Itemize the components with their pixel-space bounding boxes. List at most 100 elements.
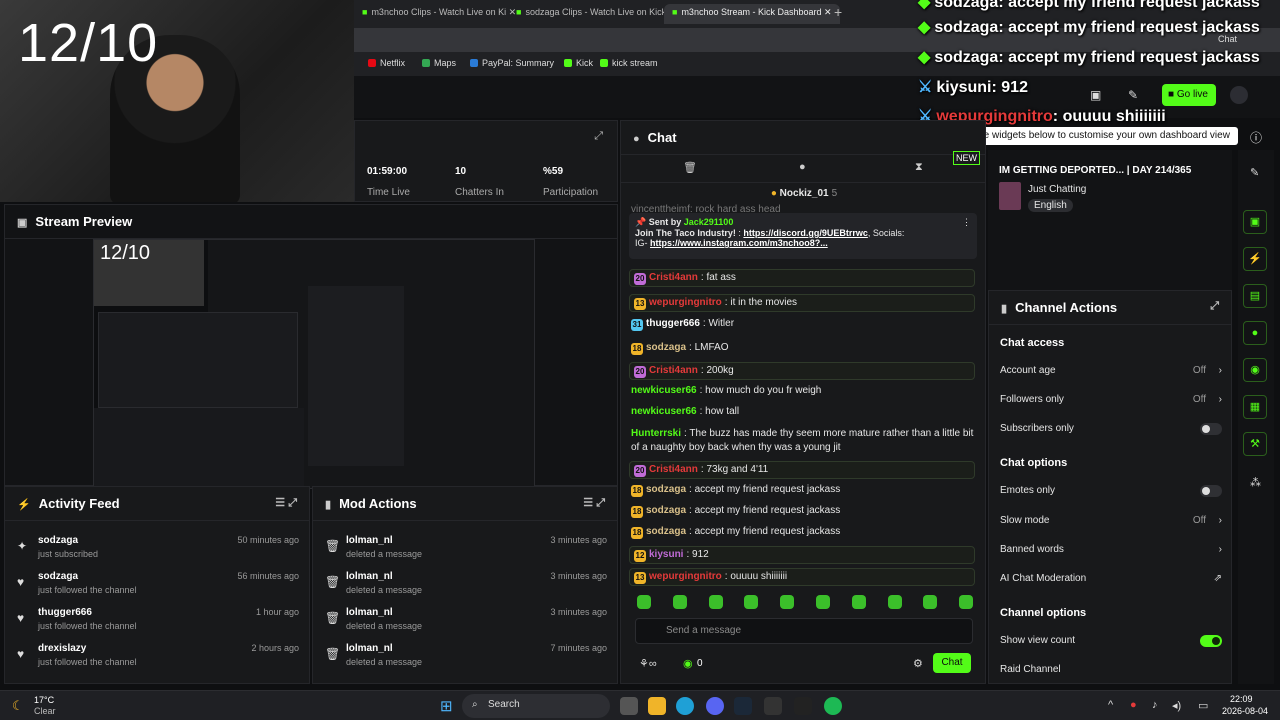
steam-icon[interactable]	[734, 697, 752, 715]
emote-icon[interactable]	[672, 595, 687, 609]
chat-username[interactable]: newkicuser66	[631, 406, 697, 417]
expand-icon[interactable]: ⤢	[1210, 300, 1219, 313]
ai-moderation-row[interactable]: AI Chat Moderation ⇗	[1000, 573, 1222, 584]
panel-header: ⚡ Activity Feed ☰ ⤢	[5, 487, 309, 521]
emote-icon[interactable]	[744, 595, 759, 609]
discord-icon[interactable]	[706, 697, 724, 715]
file-explorer-icon[interactable]	[620, 697, 638, 715]
emote-icon[interactable]	[780, 595, 795, 609]
raid-channel-row[interactable]: Raid Channel	[1000, 664, 1222, 675]
tray-app-icon[interactable]: ●	[1130, 699, 1137, 711]
folder-icon[interactable]	[648, 697, 666, 715]
chat-username[interactable]: thugger666	[646, 318, 700, 329]
stats-widget-icon[interactable]: ▣	[1243, 210, 1267, 234]
emote-icon[interactable]	[637, 595, 651, 609]
emote-icon[interactable]	[851, 595, 866, 609]
discord-link[interactable]: https://discord.gg/9UEBtrrwc	[743, 228, 868, 238]
settings-icon[interactable]: ⚙	[913, 657, 923, 670]
battery-icon[interactable]: ▭	[1198, 699, 1208, 712]
chat-username[interactable]: sodzaga	[646, 342, 686, 353]
account-age-row[interactable]: Account age Off ›	[1000, 365, 1222, 376]
filter-expand-icons[interactable]: ☰ ⤢	[275, 496, 297, 510]
kick-favicon-icon: ■	[362, 7, 368, 17]
emote-icon[interactable]	[816, 595, 830, 609]
expand-icon[interactable]: ⤢	[594, 130, 603, 143]
followers-only-row[interactable]: Followers only Off ›	[1000, 394, 1222, 405]
chevron-right-icon: ›	[1218, 544, 1222, 555]
coin-icon: ●	[770, 188, 777, 199]
spotify-icon[interactable]	[824, 697, 842, 715]
windows-start-icon[interactable]: ⊞	[440, 697, 453, 715]
chat-send-button[interactable]: Chat	[933, 653, 971, 673]
chat-username[interactable]: sodzaga	[646, 526, 686, 537]
trash-icon[interactable]: 🗑	[683, 161, 697, 174]
points-value: 0	[697, 658, 703, 669]
microphone-icon[interactable]: ♪	[1152, 699, 1158, 711]
chat-username[interactable]: wepurgingnitro	[649, 571, 722, 582]
bolt-widget-icon[interactable]: ⚡	[1243, 247, 1267, 271]
chat-username[interactable]: wepurgingnitro	[649, 297, 722, 308]
chat-username[interactable]: sodzaga	[646, 505, 686, 516]
bookmark-kick[interactable]: Kick	[564, 58, 593, 68]
apps-icon[interactable]: ⁂	[1250, 476, 1261, 489]
show-view-count-row: Show view count	[1000, 635, 1222, 647]
bookmark-maps[interactable]: Maps	[422, 58, 456, 68]
filter-expand-icons[interactable]: ☰ ⤢	[583, 496, 605, 510]
browser-tab[interactable]: ■ m3nchoo Clips - Watch Live on Ki ✕	[354, 4, 524, 24]
banned-words-row[interactable]: Banned words ›	[1000, 544, 1222, 555]
chat-text: accept my friend request jackass	[694, 526, 841, 537]
obs-icon[interactable]	[764, 697, 782, 715]
bookmark-netflix[interactable]: Netflix	[368, 58, 405, 68]
info-icon[interactable]: ⓘ	[1250, 129, 1262, 146]
taskbar-search[interactable]: ⌕ Search	[462, 694, 610, 718]
edge-icon[interactable]	[676, 697, 694, 715]
broadcast-widget-icon[interactable]: ◉	[1243, 358, 1267, 382]
chat-message: 20 Cristi4ann: 73kg and 4'11	[629, 461, 975, 479]
chat-username[interactable]: newkicuser66	[631, 385, 697, 396]
browser-tab-active[interactable]: ■ m3nchoo Stream - Kick Dashboard ✕	[664, 4, 840, 24]
chat-username[interactable]: kiysuni	[649, 549, 683, 560]
browser-tab[interactable]: ■sodzaga Clips - Watch Live on Kick ✕	[508, 4, 684, 24]
speaker-icon[interactable]: ◂)	[1172, 699, 1181, 712]
chat-username[interactable]: Cristi4ann	[649, 464, 698, 475]
edit-icon[interactable]: ✎	[1250, 166, 1259, 179]
layout-widget-icon[interactable]: ▦	[1243, 395, 1267, 419]
preview-counter: 12/10	[100, 242, 151, 264]
wrench-widget-icon[interactable]: ⚒	[1243, 432, 1267, 456]
bookmark-kick-stream[interactable]: kick stream	[600, 58, 658, 68]
view-count-toggle[interactable]	[1200, 635, 1222, 647]
emote-icon[interactable]	[959, 595, 974, 609]
netflix-icon	[368, 59, 376, 67]
points-icon: ◉	[683, 658, 693, 670]
subscriber-badge-icon: ◆	[918, 0, 931, 11]
chat-widget-icon[interactable]: ●	[1243, 321, 1267, 345]
terminal-icon[interactable]	[794, 697, 812, 715]
weather-icon[interactable]: ☾	[12, 698, 24, 714]
pin-icon[interactable]: 📌	[635, 217, 646, 227]
kick-points-icon[interactable]: ⚘∞	[639, 657, 657, 670]
chat-username[interactable]: Cristi4ann	[649, 365, 698, 376]
new-tab-button[interactable]: +	[826, 1, 850, 21]
tray-chevron-icon[interactable]: ^	[1108, 699, 1113, 711]
chat-icon[interactable]: ●	[799, 161, 806, 173]
top-chatter: ● Nockiz_01 5	[770, 188, 838, 199]
chat-username[interactable]: Cristi4ann	[649, 272, 698, 283]
bookmark-paypal[interactable]: PayPal: Summary	[470, 58, 554, 68]
emotes-only-toggle[interactable]	[1200, 485, 1222, 497]
emote-icon[interactable]	[708, 595, 723, 609]
stream-preview-video[interactable]: 12/10	[93, 239, 535, 489]
partial-message: vincenttheimf: rock hard ass head	[631, 204, 781, 213]
instagram-link[interactable]: https://www.instagram.com/m3nchoo8?...	[650, 238, 828, 248]
notes-widget-icon[interactable]: ▤	[1243, 284, 1267, 308]
more-icon[interactable]: ⋮	[962, 217, 971, 228]
slow-mode-row[interactable]: Slow mode Off ›	[1000, 515, 1222, 526]
hourglass-icon[interactable]: ⧗	[915, 161, 923, 174]
chat-input[interactable]: Send a message	[635, 618, 973, 644]
subscribers-only-toggle[interactable]	[1200, 423, 1222, 435]
chat-username[interactable]: Hunterrski	[631, 428, 681, 439]
emote-icon[interactable]	[923, 595, 938, 609]
emote-icon[interactable]	[887, 595, 902, 609]
paypal-icon	[470, 59, 478, 67]
chat-username[interactable]: sodzaga	[646, 484, 686, 495]
participation-value: %59	[543, 166, 564, 177]
